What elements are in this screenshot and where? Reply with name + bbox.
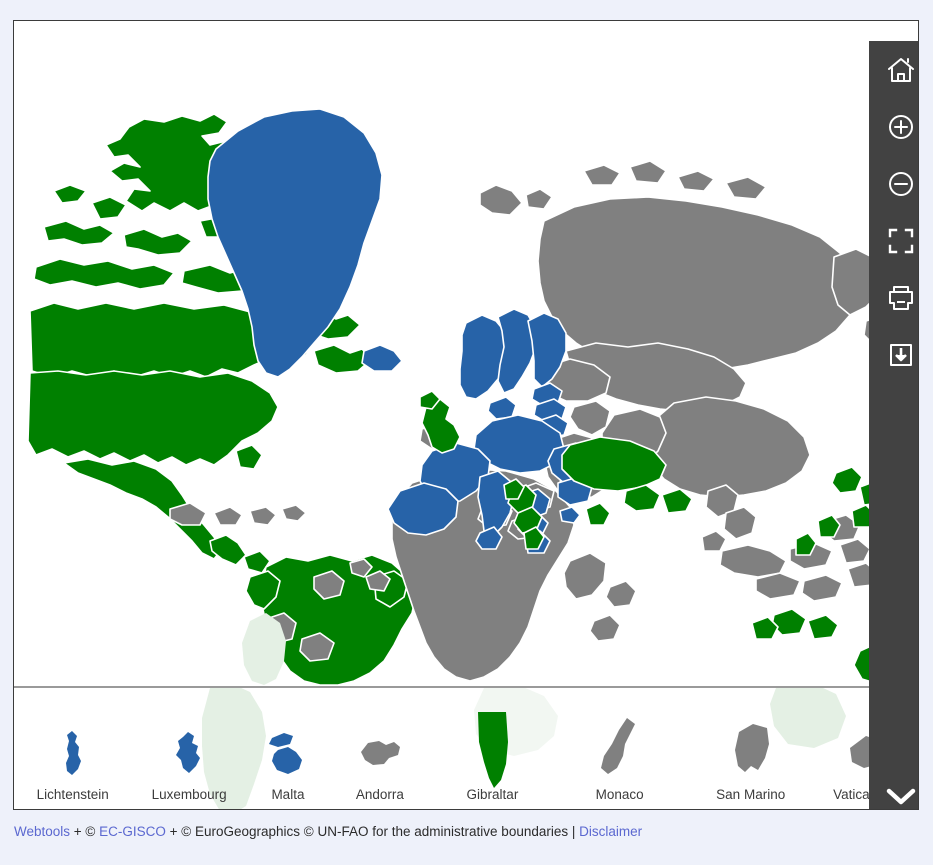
- footer-eurogeographics: EuroGeographics: [191, 824, 304, 839]
- malta-shape: [262, 722, 314, 784]
- chevron-down-icon: [883, 784, 919, 808]
- print-button[interactable]: [869, 269, 919, 326]
- disclaimer-link[interactable]: Disclaimer: [579, 824, 642, 839]
- footer-plus-2: +: [166, 824, 181, 839]
- zoom-out-button[interactable]: [869, 155, 919, 212]
- inset-row: Lichtenstein Luxembourg: [14, 688, 918, 809]
- ec-gisco-link[interactable]: EC-GISCO: [95, 824, 166, 839]
- inset-label-luxembourg: Luxembourg: [152, 788, 227, 802]
- monaco-shape: [595, 714, 645, 784]
- download-button[interactable]: [869, 326, 919, 383]
- san-marino-shape: [725, 718, 777, 784]
- map-toolbar: [869, 41, 919, 810]
- home-icon: [886, 55, 916, 85]
- inset-item-malta[interactable]: Malta: [247, 688, 329, 809]
- inset-item-monaco[interactable]: Monaco: [554, 688, 685, 809]
- home-button[interactable]: [869, 41, 919, 98]
- inset-item-gibraltar[interactable]: Gibraltar: [431, 688, 554, 809]
- inset-label-san-marino: San Marino: [716, 788, 785, 802]
- page-root: Lichtenstein Luxembourg: [0, 0, 933, 865]
- andorra-shape: [355, 722, 405, 784]
- fullscreen-button[interactable]: [869, 212, 919, 269]
- world-map-svg[interactable]: [14, 21, 918, 685]
- footer-copyright-3: ©: [304, 824, 314, 839]
- zoom-out-icon: [886, 169, 916, 199]
- collapse-toolbar-button[interactable]: [869, 761, 919, 810]
- footer-unfao: UN-FAO for the administrative boundaries: [314, 824, 572, 839]
- fullscreen-icon: [887, 227, 915, 255]
- download-icon: [886, 340, 916, 370]
- gibraltar-shape: [470, 712, 514, 784]
- footer-plus-1: +: [70, 824, 85, 839]
- inset-label-monaco: Monaco: [596, 788, 644, 802]
- lichtenstein-shape: [58, 722, 88, 784]
- country-inset-strip: Lichtenstein Luxembourg: [14, 686, 918, 809]
- inset-label-andorra: Andorra: [356, 788, 404, 802]
- footer-copyright-1: ©: [85, 824, 95, 839]
- inset-label-lichtenstein: Lichtenstein: [37, 788, 109, 802]
- footer-copyright-2: ©: [181, 824, 191, 839]
- zoom-in-icon: [886, 112, 916, 142]
- webtools-link[interactable]: Webtools: [14, 824, 70, 839]
- inset-label-malta: Malta: [271, 788, 304, 802]
- attribution-footer: Webtools + © EC-GISCO + © EuroGeographic…: [14, 822, 919, 842]
- zoom-in-button[interactable]: [869, 98, 919, 155]
- inset-item-luxembourg[interactable]: Luxembourg: [131, 688, 246, 809]
- inset-item-lichtenstein[interactable]: Lichtenstein: [14, 688, 131, 809]
- inset-item-san-marino[interactable]: San Marino: [685, 688, 816, 809]
- inset-item-andorra[interactable]: Andorra: [329, 688, 431, 809]
- world-map-canvas[interactable]: [14, 21, 918, 685]
- luxembourg-shape: [172, 722, 206, 784]
- print-icon: [886, 283, 916, 313]
- inset-label-gibraltar: Gibraltar: [467, 788, 519, 802]
- map-panel[interactable]: Lichtenstein Luxembourg: [13, 20, 919, 810]
